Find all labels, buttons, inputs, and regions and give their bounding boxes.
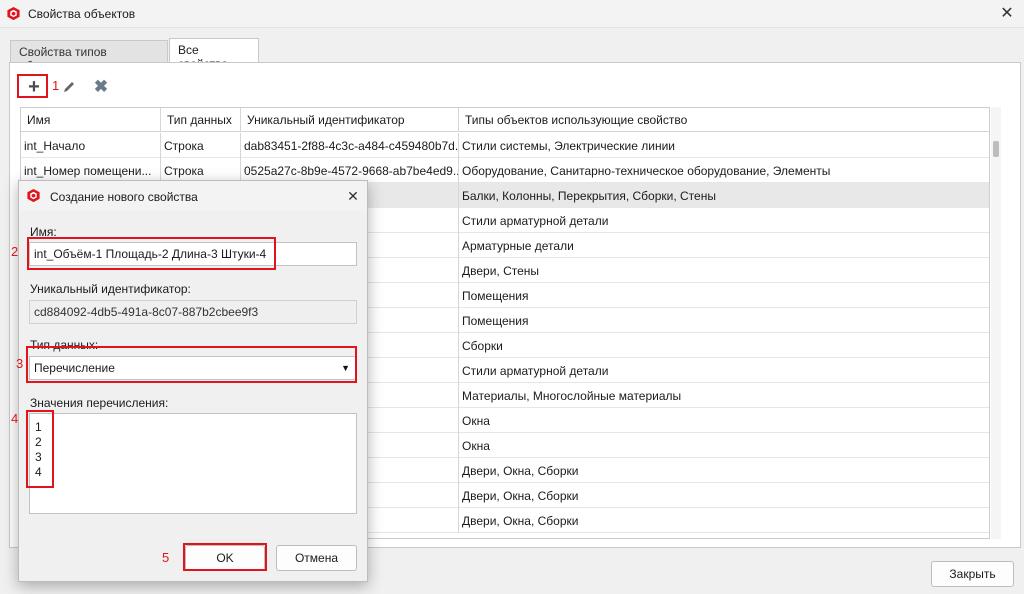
close-button[interactable]: Закрыть bbox=[931, 561, 1014, 587]
cell-object-types: Стили системы, Электрические линии bbox=[462, 139, 675, 153]
annotation-number: 3 bbox=[16, 356, 24, 371]
delete-property-button[interactable]: ✖ bbox=[87, 75, 115, 99]
dialog-titlebar: Создание нового свойства ✕ bbox=[19, 181, 367, 211]
enum-value: 3 bbox=[35, 450, 42, 464]
annotation-number: 5 bbox=[162, 550, 170, 565]
table-header: Имя Тип данных Уникальный идентификатор … bbox=[21, 108, 989, 132]
app-logo-icon bbox=[7, 6, 20, 21]
cell-object-types: Помещения bbox=[462, 289, 529, 303]
enum-value: 2 bbox=[35, 435, 42, 449]
window-titlebar: Свойства объектов ✕ bbox=[0, 0, 1024, 28]
vertical-scrollbar[interactable] bbox=[991, 107, 1001, 539]
cell-object-types: Стили арматурной детали bbox=[462, 364, 609, 378]
highlight-box-1 bbox=[17, 74, 48, 98]
cell-object-types: Окна bbox=[462, 439, 490, 453]
tab-object-type-properties[interactable]: Свойства типов объектов bbox=[10, 40, 168, 73]
cell-object-types: Арматурные детали bbox=[462, 239, 574, 253]
column-header-name[interactable]: Имя bbox=[21, 108, 161, 132]
cell-name: int_Начало bbox=[21, 133, 161, 158]
cancel-button[interactable]: Отмена bbox=[276, 545, 357, 571]
cell-object-types: Материалы, Многослойные материалы bbox=[462, 389, 682, 403]
dialog-close-icon[interactable]: ✕ bbox=[343, 186, 363, 206]
cell-object-types: Окна bbox=[462, 414, 490, 428]
highlight-box-2 bbox=[27, 237, 276, 270]
cell-object-types: Сборки bbox=[462, 339, 503, 353]
column-header-uid[interactable]: Уникальный идентификатор bbox=[241, 108, 459, 132]
cell-object-types: Стили арматурной детали bbox=[462, 214, 609, 228]
x-icon: ✖ bbox=[93, 77, 109, 96]
enum-values-label: Значения перечисления: bbox=[30, 396, 169, 410]
cell-object-types: Двери, Окна, Сборки bbox=[462, 464, 579, 478]
highlight-box-4 bbox=[26, 410, 54, 488]
cell-uid: dab83451-2f88-4c3c-a484-c459480b7d... bbox=[241, 133, 459, 158]
annotation-number: 4 bbox=[11, 411, 19, 426]
window-title: Свойства объектов bbox=[28, 7, 136, 21]
enum-value: 4 bbox=[35, 465, 42, 479]
cell-object-types: Двери, Окна, Сборки bbox=[462, 489, 579, 503]
cell-object-types: Оборудование, Санитарно-техническое обор… bbox=[462, 164, 831, 178]
annotation-number: 2 bbox=[11, 244, 19, 259]
dialog-title: Создание нового свойства bbox=[50, 190, 198, 204]
cell-object-types: Двери, Стены bbox=[462, 264, 540, 278]
app-logo-icon bbox=[27, 188, 40, 203]
cell-object-types: Помещения bbox=[462, 314, 529, 328]
enum-value: 1 bbox=[35, 420, 42, 434]
column-header-object-types[interactable]: Типы объектов использующие свойство bbox=[459, 108, 989, 132]
tab-all-properties[interactable]: Все свойства bbox=[169, 38, 259, 71]
highlight-box-5 bbox=[183, 543, 267, 571]
cell-object-types: Двери, Окна, Сборки bbox=[462, 514, 579, 528]
cell-object-types: Балки, Колонны, Перекрытия, Сборки, Стен… bbox=[462, 189, 716, 203]
uid-label: Уникальный идентификатор: bbox=[30, 282, 191, 296]
enum-values-textarea[interactable]: 1 2 3 4 bbox=[29, 413, 357, 514]
table-row[interactable]: int_Начало Строка dab83451-2f88-4c3c-a484-… bbox=[21, 133, 989, 158]
pencil-icon bbox=[64, 82, 74, 92]
cell-datatype: Строка bbox=[161, 133, 241, 158]
window-close-icon[interactable]: ✕ bbox=[996, 3, 1018, 25]
edit-property-button[interactable] bbox=[55, 75, 83, 99]
uid-field: cd884092-4db5-491a-8c07-887b2cbee9f3 bbox=[29, 300, 357, 324]
column-header-datatype[interactable]: Тип данных bbox=[161, 108, 241, 132]
scrollbar-thumb[interactable] bbox=[993, 141, 999, 157]
highlight-box-3 bbox=[26, 346, 357, 383]
